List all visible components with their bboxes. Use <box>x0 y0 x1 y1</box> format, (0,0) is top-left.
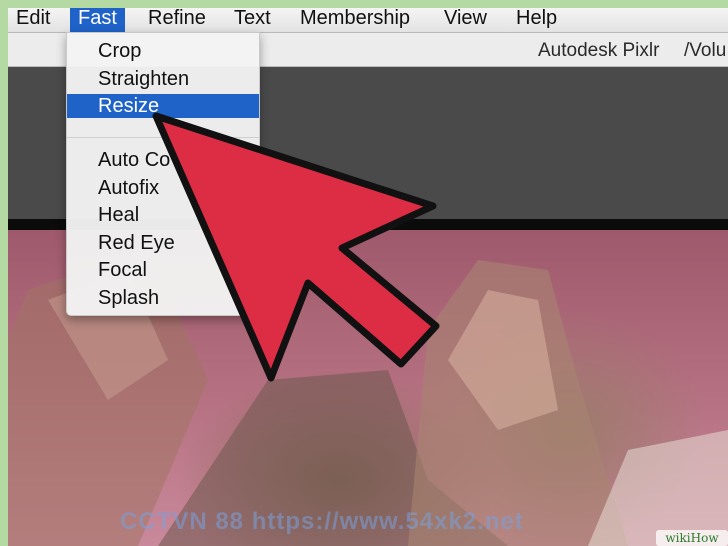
wikihow-badge: wikiHow <box>656 530 728 546</box>
app-window: Autodesk Pixlr /Volu Edit Fast Refine Te… <box>8 8 728 546</box>
watermark-text: CCTVN 88 https://www.54xk2.net <box>120 508 524 535</box>
pointer-arrow-icon <box>152 112 440 382</box>
